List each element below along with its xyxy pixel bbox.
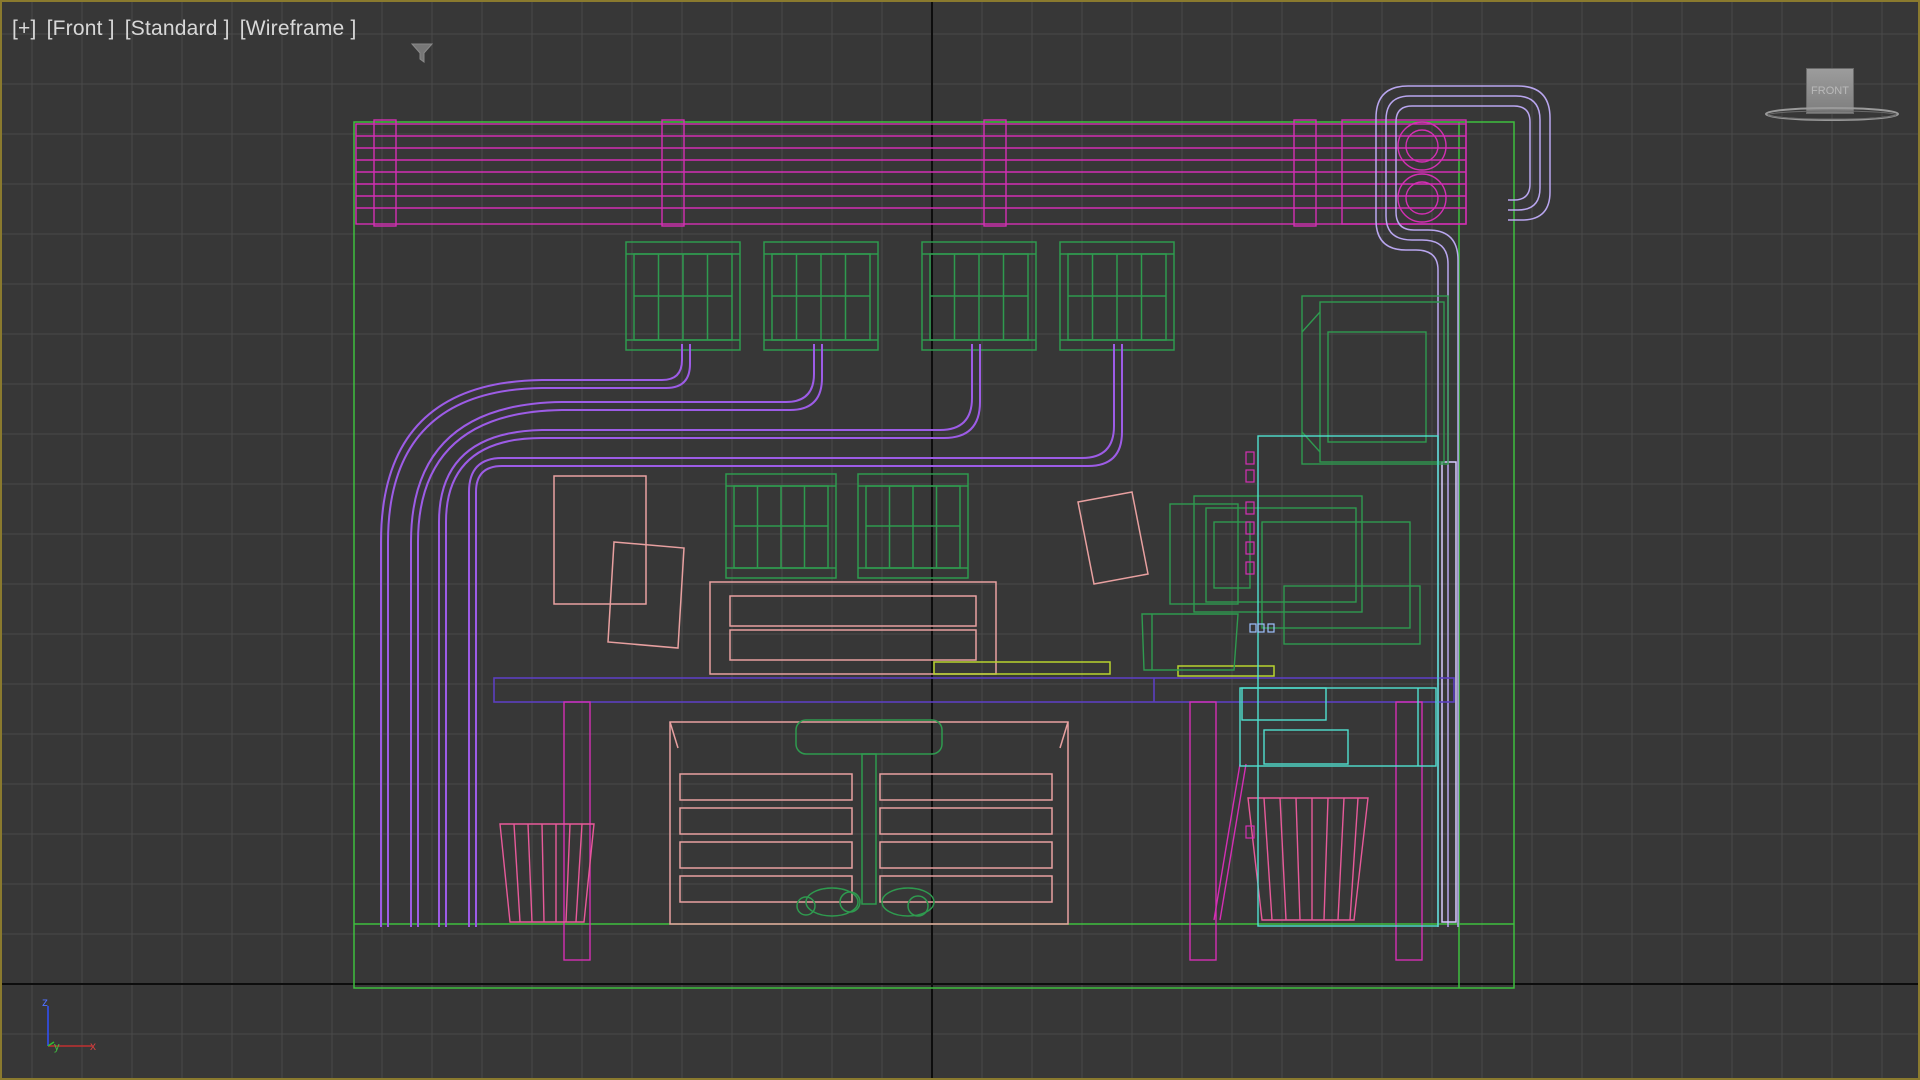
axis-y-label: y bbox=[54, 1041, 60, 1053]
viewport-shading-menu[interactable]: [Wireframe ] bbox=[238, 17, 359, 41]
viewcube-compass-ring[interactable] bbox=[1762, 102, 1902, 126]
office-chair bbox=[795, 719, 943, 917]
axis-tripod-gizmo: z y x bbox=[42, 995, 96, 1053]
axis-z-label: z bbox=[42, 995, 48, 1009]
drawer-cabinet bbox=[669, 721, 1069, 925]
keyboards bbox=[933, 661, 1275, 677]
wastebin-left bbox=[499, 823, 595, 923]
pc-tower bbox=[1141, 495, 1421, 671]
axis-x-label: x bbox=[90, 1039, 96, 1053]
cable-pins bbox=[1245, 451, 1255, 839]
viewport-grid bbox=[2, 2, 1918, 1078]
picture-frames bbox=[553, 475, 1149, 649]
monitor-upper bbox=[1301, 295, 1449, 465]
viewport-general-menu[interactable]: [+] bbox=[10, 17, 39, 41]
desk bbox=[493, 677, 1455, 703]
viewcube[interactable]: FRONT bbox=[1762, 62, 1902, 132]
ceiling-rail bbox=[355, 119, 1467, 227]
front-viewport[interactable]: [+] [Front ] [Standard ] [Wireframe ] FR… bbox=[0, 0, 1920, 1080]
conduit-pipes bbox=[380, 344, 1123, 927]
viewport-shading-style-menu[interactable]: [Standard ] bbox=[123, 17, 232, 41]
viewport-point-of-view-menu[interactable]: [Front ] bbox=[45, 17, 117, 41]
wireframe-scene[interactable] bbox=[2, 2, 1920, 1080]
funnel-icon[interactable] bbox=[373, 16, 433, 63]
desk-legs bbox=[563, 701, 1423, 961]
viewport-label-menu: [+] [Front ] [Standard ] [Wireframe ] bbox=[10, 14, 433, 63]
wastebin-right bbox=[1247, 797, 1369, 921]
monitor-cyan bbox=[1239, 435, 1439, 927]
wall-shelf bbox=[709, 581, 997, 675]
room-outline bbox=[353, 121, 1515, 989]
